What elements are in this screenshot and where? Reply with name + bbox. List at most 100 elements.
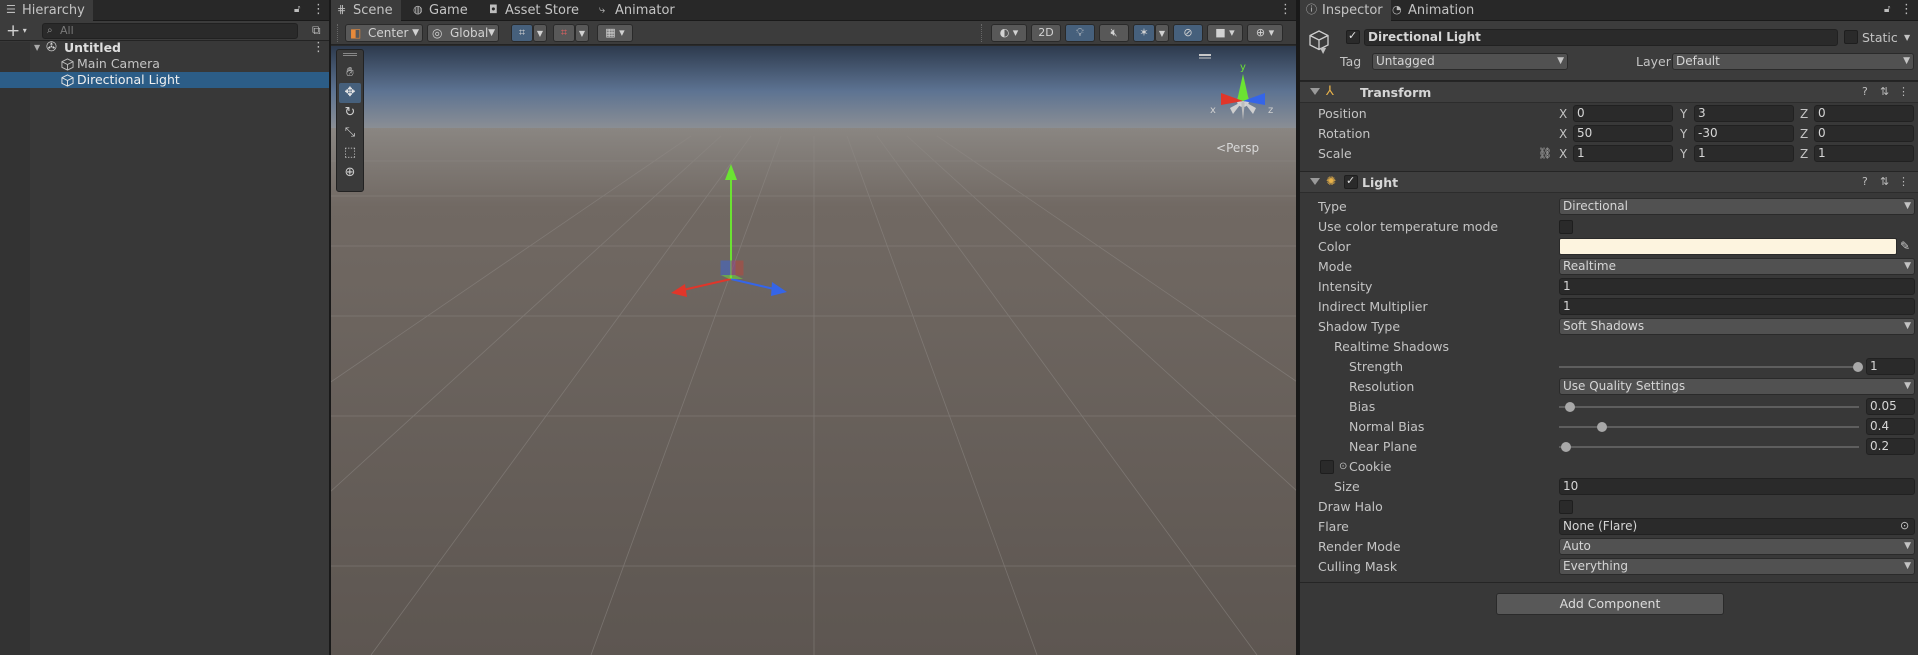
preset-icon[interactable]: ⇅ [1880, 85, 1889, 99]
flare-object-field[interactable]: None (Flare) [1559, 518, 1915, 535]
near-plane-input[interactable]: 0.2 [1866, 438, 1915, 455]
light-enabled-checkbox[interactable] [1344, 174, 1358, 189]
object-picker-icon[interactable]: ⊙ [1900, 518, 1909, 534]
move-tool-icon[interactable]: ✥ [339, 83, 361, 103]
bias-input[interactable]: 0.05 [1866, 398, 1915, 415]
add-component-button[interactable]: Add Component [1496, 593, 1724, 615]
component-menu-icon[interactable]: ⋮ [1898, 85, 1909, 99]
more-menu-icon[interactable]: ⋮ [312, 2, 325, 18]
help-icon[interactable]: ? [1862, 85, 1868, 99]
static-dropdown-icon[interactable]: ▼ [1904, 30, 1910, 46]
gizmos-dropdown[interactable]: ⊕ ▾ [1247, 24, 1283, 42]
2d-toggle-button[interactable]: 2D [1031, 24, 1061, 42]
culling-mask-dropdown[interactable]: Everything ▼ [1559, 558, 1915, 575]
light-type-dropdown[interactable]: Directional ▼ [1559, 198, 1915, 215]
search-filter-icon[interactable]: ⧉ [312, 23, 321, 38]
rotation-y-input[interactable]: -30 [1694, 125, 1794, 142]
constrain-proportions-icon[interactable]: ⛓︎ [1538, 146, 1552, 162]
chevron-down-icon[interactable]: ▼ [1320, 46, 1326, 55]
rect-tool-icon[interactable]: ⬚ [339, 143, 361, 163]
strength-slider-handle[interactable] [1853, 362, 1863, 372]
tab-asset-store[interactable]: ◘ Asset Store [483, 0, 587, 21]
draw-halo-checkbox[interactable] [1559, 500, 1573, 514]
effects-toggle-button[interactable]: ✶ [1133, 24, 1155, 42]
color-swatch[interactable] [1559, 238, 1897, 255]
palette-grip[interactable] [343, 53, 357, 56]
grid-snap-dropdown[interactable]: ▼ [533, 24, 547, 42]
render-mode-dropdown[interactable]: Auto ▼ [1559, 538, 1915, 555]
lock-icon[interactable]: 🔓︎ [294, 3, 306, 17]
tab-animator[interactable]: ⤷ Animator [593, 0, 683, 21]
tab-animation[interactable]: ◔ Animation [1386, 0, 1482, 21]
intensity-input[interactable]: 1 [1559, 278, 1915, 295]
light-mode-dropdown[interactable]: Realtime ▼ [1559, 258, 1915, 275]
bias-slider-track[interactable] [1559, 406, 1859, 408]
scene-viewport[interactable]: y x z <Persp ✋︎ ✥ ↻ ⤡ ⬚ ⊕ [331, 46, 1296, 655]
light-header[interactable]: ✺ Light ? ⇅ ⋮ [1300, 171, 1918, 193]
increment-snap-button[interactable]: ⌗ [553, 24, 575, 42]
tab-scene[interactable]: ⋕ Scene [331, 0, 401, 21]
position-z-input[interactable]: 0 [1814, 105, 1914, 122]
bias-slider-handle[interactable] [1565, 402, 1575, 412]
audio-toggle-button[interactable]: 🔇︎ [1099, 24, 1129, 42]
scale-x-input[interactable]: 1 [1573, 145, 1673, 162]
rotation-z-input[interactable]: 0 [1814, 125, 1914, 142]
object-picker-icon[interactable]: ⊙ [1339, 459, 1347, 475]
pivot-center-dropdown[interactable]: ◧ Center ▼ [345, 24, 423, 42]
scene-more-icon[interactable]: ⋮ [312, 40, 325, 56]
component-menu-icon[interactable]: ⋮ [1898, 175, 1909, 189]
grid-visibility-dropdown[interactable]: ▦ ▾ [597, 24, 633, 42]
transform-header[interactable]: ⅄ Transform ? ⇅ ⋮ [1300, 81, 1918, 103]
use-color-temperature-checkbox[interactable] [1559, 220, 1573, 234]
projection-label[interactable]: <Persp [1216, 141, 1259, 155]
hierarchy-item-selected[interactable]: Directional Light [0, 72, 329, 88]
foldout-arrow-icon[interactable] [1310, 178, 1320, 185]
cookie-slot[interactable] [1320, 460, 1334, 474]
near-plane-slider-handle[interactable] [1561, 442, 1571, 452]
preset-icon[interactable]: ⇅ [1880, 175, 1889, 189]
gameobject-icon[interactable] [1308, 29, 1330, 53]
object-name-input[interactable]: Directional Light [1364, 29, 1838, 46]
scale-y-input[interactable]: 1 [1694, 145, 1794, 162]
hierarchy-search-input[interactable]: ⌕ All [42, 23, 298, 39]
expand-arrow-icon[interactable]: ▼ [34, 40, 40, 56]
strength-slider-track[interactable] [1559, 366, 1859, 368]
layer-dropdown[interactable]: Default ▼ [1672, 53, 1914, 70]
foldout-arrow-icon[interactable] [1310, 88, 1320, 95]
tab-hierarchy[interactable]: ☰ Hierarchy [0, 0, 93, 21]
lock-icon[interactable]: 🔓︎ [1884, 3, 1896, 17]
strength-input[interactable]: 1 [1866, 358, 1915, 375]
scene-3d-view[interactable]: y x z <Persp [331, 46, 1296, 655]
shadow-resolution-dropdown[interactable]: Use Quality Settings ▼ [1559, 378, 1915, 395]
tab-game[interactable]: ◍ Game [407, 0, 476, 21]
rotation-x-input[interactable]: 50 [1573, 125, 1673, 142]
scale-z-input[interactable]: 1 [1814, 145, 1914, 162]
near-plane-slider-track[interactable] [1559, 446, 1859, 448]
hand-tool-icon[interactable]: ✋︎ [339, 63, 361, 83]
tag-dropdown[interactable]: Untagged ▼ [1372, 53, 1568, 70]
draw-mode-dropdown[interactable]: ◐ ▾ [991, 24, 1027, 42]
hierarchy-item[interactable]: Main Camera [0, 56, 329, 72]
transform-tool-icon[interactable]: ⊕ [339, 163, 361, 183]
more-menu-icon[interactable]: ⋮ [1900, 2, 1913, 18]
increment-snap-dropdown[interactable]: ▼ [575, 24, 589, 42]
normal-bias-input[interactable]: 0.4 [1866, 418, 1915, 435]
tab-inspector[interactable]: ⓘ Inspector [1300, 0, 1391, 21]
scale-tool-icon[interactable]: ⤡ [339, 123, 361, 143]
global-space-dropdown[interactable]: ◎ Global ▼ [427, 24, 499, 42]
active-checkbox[interactable] [1346, 29, 1360, 44]
add-button[interactable]: + ▾ [6, 21, 27, 41]
shadow-type-dropdown[interactable]: Soft Shadows ▼ [1559, 318, 1915, 335]
position-y-input[interactable]: 3 [1694, 105, 1794, 122]
scene-more-menu-icon[interactable]: ⋮ [1279, 2, 1292, 18]
normal-bias-slider-handle[interactable] [1597, 422, 1607, 432]
scene-visibility-button[interactable]: ⊘ [1173, 24, 1203, 42]
indirect-multiplier-input[interactable]: 1 [1559, 298, 1915, 315]
position-x-input[interactable]: 0 [1573, 105, 1673, 122]
effects-dropdown[interactable]: ▼ [1155, 24, 1169, 42]
cookie-size-input[interactable]: 10 [1559, 478, 1915, 495]
static-checkbox[interactable] [1844, 30, 1858, 44]
help-icon[interactable]: ? [1862, 175, 1868, 189]
grid-snap-button[interactable]: ⌗ [511, 24, 533, 42]
eyedropper-icon[interactable]: ✎ [1900, 238, 1910, 254]
